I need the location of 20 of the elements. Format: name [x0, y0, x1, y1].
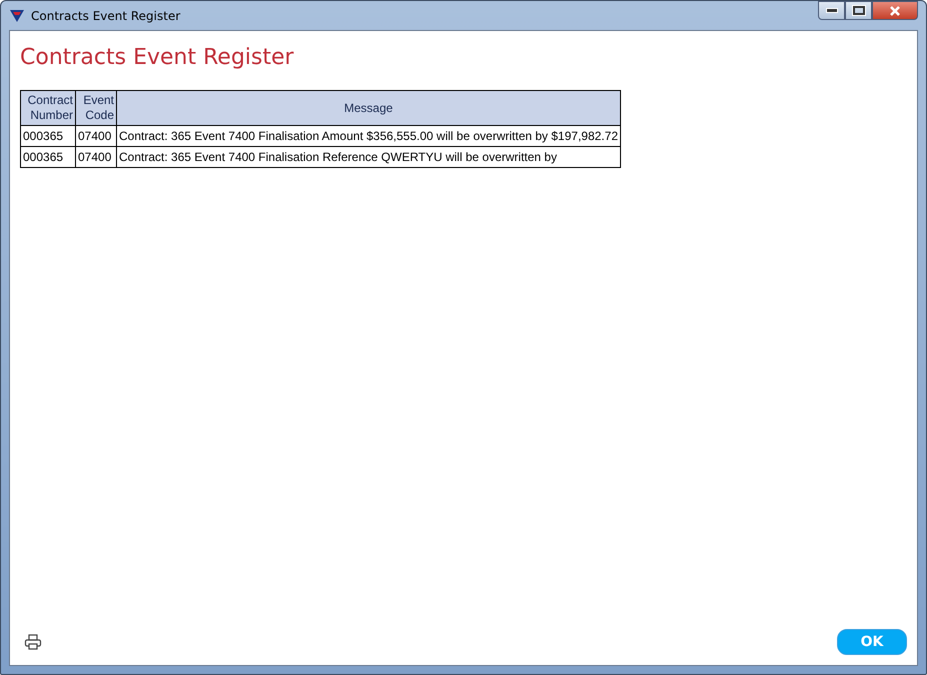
- table-cell: 000365: [20, 126, 76, 146]
- table-cell: 000365: [20, 146, 76, 168]
- table-cell: 07400: [76, 146, 116, 168]
- maximize-icon: [852, 6, 864, 15]
- close-icon: [889, 6, 901, 16]
- column-header: Contract Number: [20, 90, 76, 126]
- close-button[interactable]: [872, 1, 918, 20]
- table-cell: 07400: [76, 126, 116, 146]
- print-icon[interactable]: [24, 634, 42, 650]
- maximize-button[interactable]: [845, 1, 872, 20]
- table-cell: Contract: 365 Event 7400 Finalisation Amount $356,555.00 will be overwritten by $197,982.72: [116, 126, 620, 146]
- minimize-icon: [826, 8, 838, 13]
- window-title: Contracts Event Register: [31, 8, 180, 22]
- ok-button[interactable]: OK: [837, 629, 907, 655]
- minimize-button[interactable]: [818, 1, 845, 20]
- app-logo-icon: [9, 8, 25, 22]
- column-header: Event Code: [76, 90, 116, 126]
- column-header: Message: [116, 90, 620, 126]
- page-heading: Contracts Event Register: [20, 45, 295, 70]
- table-cell: Contract: 365 Event 7400 Finalisation Reference QWERTYU will be overwritten by: [116, 146, 620, 168]
